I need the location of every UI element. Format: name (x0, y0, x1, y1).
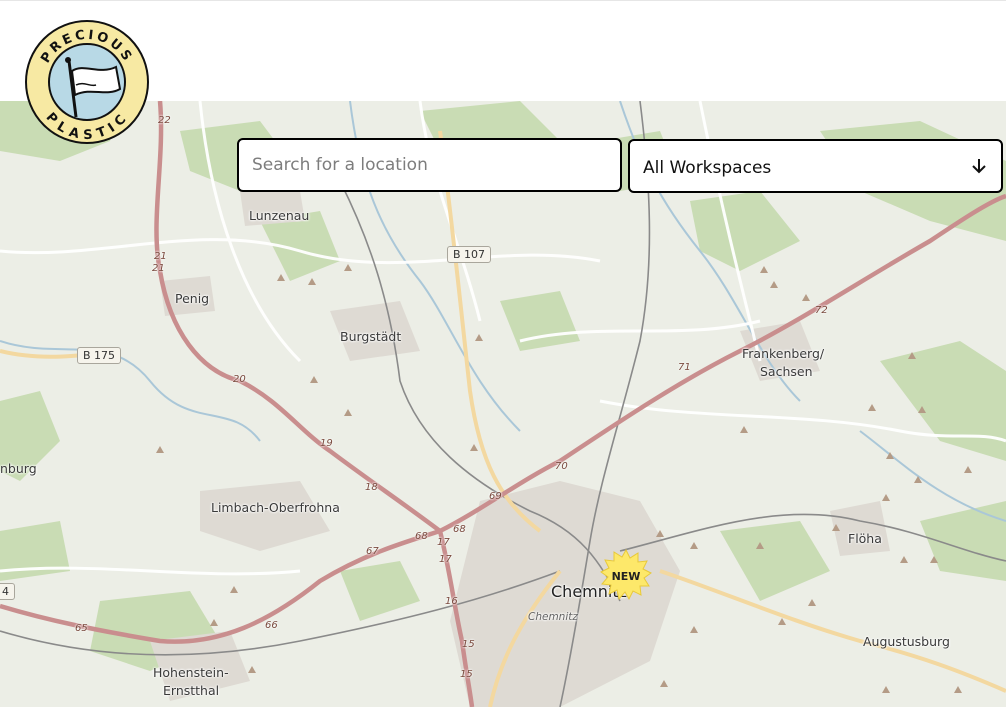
road-number: 15 (462, 639, 475, 650)
road-number: 68 (453, 524, 466, 535)
marker-label: NEW (612, 570, 641, 583)
place-label-floeha: Flöha (848, 531, 882, 546)
road-number: 18 (365, 482, 378, 493)
road-number: 17 (439, 554, 452, 565)
road-number: 66 (265, 620, 278, 631)
header (0, 0, 1006, 101)
road-shield-b107: B 107 (447, 246, 492, 263)
road-shield-b175: B 175 (77, 347, 122, 364)
new-workspace-marker-icon[interactable]: NEW (599, 548, 653, 602)
location-search[interactable] (237, 138, 622, 192)
road-number: 21 (152, 263, 165, 274)
road-number: 67 (366, 546, 379, 557)
district-label: Chemnitz (528, 611, 578, 623)
road-number: 68 (415, 531, 428, 542)
road-number: 16 (445, 596, 458, 607)
road-number: 69 (489, 491, 502, 502)
workspace-filter-select[interactable]: All Workspaces (628, 139, 1003, 193)
place-label-nburg: nburg (0, 461, 37, 476)
place-label-burgstaedt: Burgstädt (340, 329, 402, 344)
road-number: 70 (555, 461, 568, 472)
place-label-frankenberg: Frankenberg/ (742, 346, 825, 361)
road-number: 17 (437, 537, 450, 548)
place-label-augustusburg: Augustusburg (863, 634, 950, 649)
place-label-lunzenau: Lunzenau (249, 208, 310, 223)
road-number: 21 (154, 251, 167, 262)
place-label-hohenstein: Hohenstein- (153, 665, 229, 680)
arrow-down-icon (972, 159, 986, 174)
road-number: 65 (75, 623, 88, 634)
place-label-ernstthal: Ernstthal (163, 683, 220, 698)
place-label-sachsen: Sachsen (760, 364, 813, 379)
road-number: 20 (233, 374, 246, 385)
road-number: 71 (678, 362, 691, 373)
precious-plastic-logo[interactable]: PRECIOUS PLASTIC (24, 19, 150, 145)
road-number: 19 (320, 438, 333, 449)
road-number: 15 (460, 669, 473, 680)
search-input[interactable] (239, 140, 620, 190)
road-number: 72 (815, 305, 828, 316)
place-label-penig: Penig (175, 291, 210, 306)
road-number: 22 (158, 115, 171, 126)
place-label-limbach: Limbach-Oberfrohna (211, 500, 340, 515)
workspace-filter-value: All Workspaces (643, 157, 772, 178)
road-shield-4: 4 (0, 583, 15, 600)
